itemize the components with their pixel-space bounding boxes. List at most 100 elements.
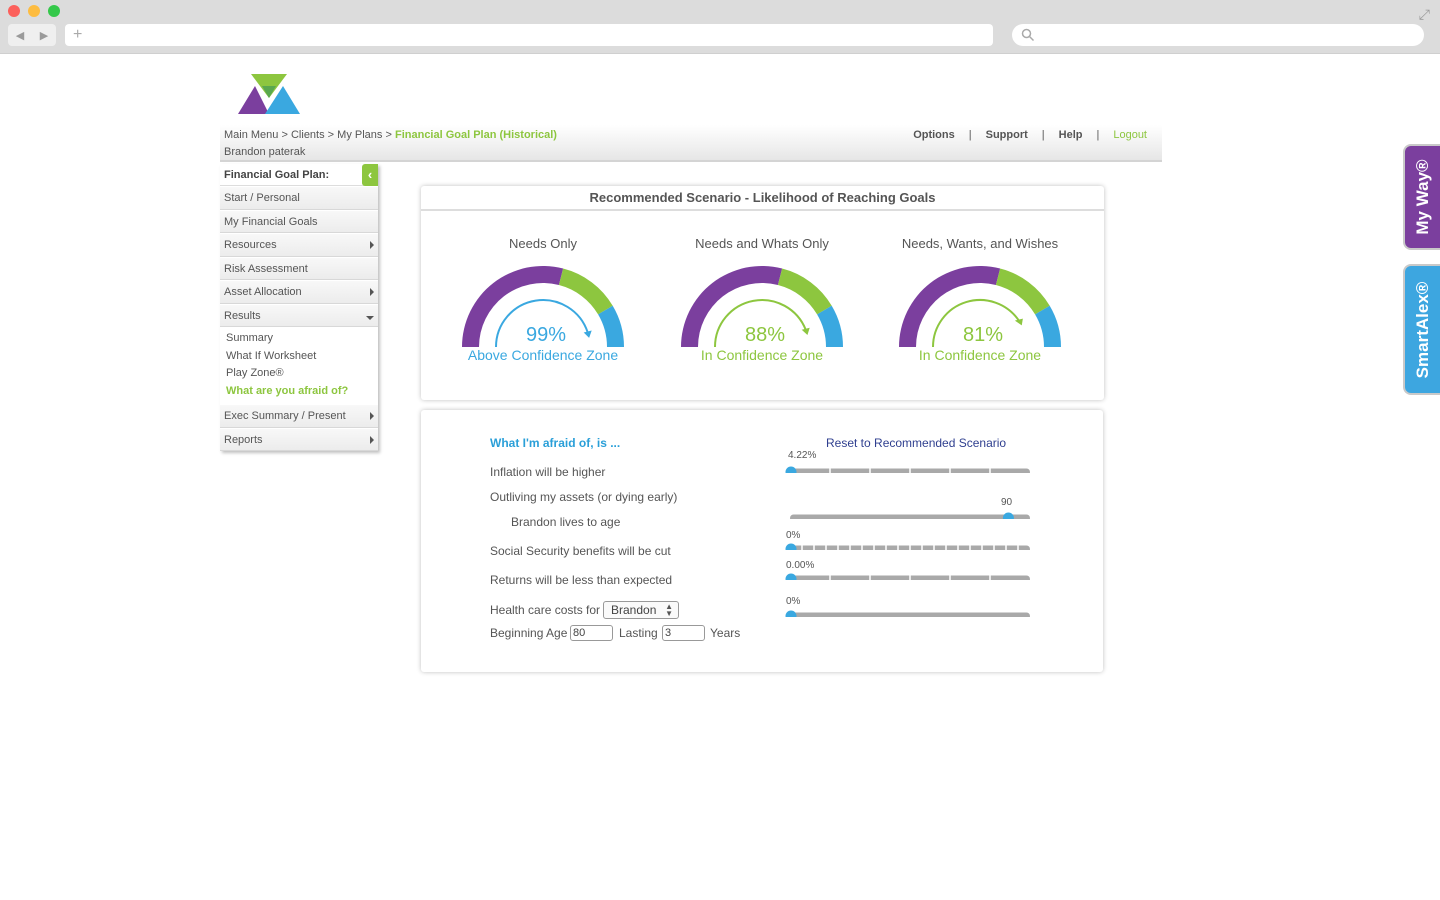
health-care-label: Health care costs for xyxy=(490,603,601,617)
health-value: 0% xyxy=(786,596,801,607)
sidebar-item-reports[interactable]: Reports xyxy=(220,427,378,451)
maximize-window-button[interactable] xyxy=(48,5,60,17)
submenu-summary[interactable]: Summary xyxy=(226,330,378,348)
slider-handle xyxy=(785,573,797,580)
results-submenu: Summary What If Worksheet Play Zone® Wha… xyxy=(220,327,378,404)
breadcrumb-sep: > xyxy=(327,129,335,141)
breadcrumb-my-plans[interactable]: My Plans xyxy=(337,129,382,141)
slider-track xyxy=(790,612,1030,617)
age-value: 90 xyxy=(1001,497,1013,508)
back-icon[interactable]: ◀ xyxy=(16,29,24,42)
top-nav-bar: Main Menu > Clients > My Plans > Financi… xyxy=(220,125,1162,162)
health-person-value: Brandon xyxy=(611,603,657,617)
sidebar-item-label: Asset Allocation xyxy=(224,286,302,298)
slider-handle xyxy=(1002,512,1014,519)
sidebar-item-exec-summary[interactable]: Exec Summary / Present xyxy=(220,404,378,428)
reset-scenario-link[interactable]: Reset to Recommended Scenario xyxy=(826,436,1006,450)
beginning-age-label: Beginning Age xyxy=(490,626,568,640)
lasting-label: Lasting xyxy=(619,626,658,640)
beginning-age-input[interactable] xyxy=(570,625,613,641)
sidebar-item-label: Risk Assessment xyxy=(224,262,308,275)
forward-icon[interactable]: ▶ xyxy=(40,29,48,42)
sidebar-item-resources[interactable]: Resources xyxy=(220,233,378,257)
gauge-dial: 99% xyxy=(462,266,624,348)
returns-value: 0.00% xyxy=(786,560,815,571)
minimize-window-button[interactable] xyxy=(28,5,40,17)
browser-search-field[interactable] xyxy=(1012,24,1424,46)
nav-buttons: ◀ ▶ xyxy=(8,24,56,46)
afraid-panel: What I'm afraid of, is ... Reset to Reco… xyxy=(421,410,1103,672)
browser-chrome: ◀ ▶ + ⤢ xyxy=(0,0,1440,54)
sidebar-item-results[interactable]: Results xyxy=(220,303,378,327)
returns-label: Returns will be less than expected xyxy=(490,573,673,587)
sidebar-item-label: Resources xyxy=(224,239,277,251)
breadcrumb-sep: > xyxy=(281,129,288,141)
returns-slider[interactable] xyxy=(785,572,1035,580)
gauge-needs-only: Needs Only 99% Above Confidence Zone xyxy=(453,236,633,363)
social-security-slider[interactable] xyxy=(785,542,1035,550)
breadcrumb-clients[interactable]: Clients xyxy=(291,129,325,141)
smartalex-tab[interactable]: SmartAlex® xyxy=(1403,264,1440,395)
inflation-slider[interactable] xyxy=(785,465,1035,473)
breadcrumb: Main Menu > Clients > My Plans > Financi… xyxy=(224,129,557,141)
health-slider[interactable] xyxy=(785,609,1035,617)
sidebar-item-financial-goals[interactable]: My Financial Goals xyxy=(220,209,378,233)
sidebar-item-asset-allocation[interactable]: Asset Allocation xyxy=(220,280,378,304)
gauge-title: Needs Only xyxy=(509,236,577,251)
close-window-button[interactable] xyxy=(8,5,20,17)
gauge-needs-wants-wishes: Needs, Wants, and Wishes 81% In Confiden… xyxy=(890,236,1070,363)
sidebar-title: Financial Goal Plan: ‹ xyxy=(220,164,378,186)
gauge-needs-and-whats: Needs and Whats Only 88% In Confidence Z… xyxy=(672,236,852,363)
search-icon xyxy=(1021,28,1035,42)
company-logo xyxy=(238,74,300,114)
help-link[interactable]: Help xyxy=(1052,129,1090,141)
gauge-percent: 81% xyxy=(963,324,1003,346)
sidebar-item-risk-assessment[interactable]: Risk Assessment xyxy=(220,256,378,280)
address-bar[interactable]: + xyxy=(65,24,993,46)
inflation-label: Inflation will be higher xyxy=(490,465,606,479)
health-person-select[interactable]: Brandon ▲ ▼ xyxy=(603,601,679,619)
submenu-what-are-you-afraid-of[interactable]: What are you afraid of? xyxy=(226,383,378,401)
inflation-value: 4.22% xyxy=(788,450,817,461)
gauge-arrow-tip xyxy=(1014,318,1023,326)
submenu-play-zone[interactable]: Play Zone® xyxy=(226,365,378,383)
fullscreen-icon[interactable]: ⤢ xyxy=(1419,6,1430,23)
scenario-title: Recommended Scenario - Likelihood of Rea… xyxy=(421,186,1104,211)
support-link[interactable]: Support xyxy=(979,129,1035,141)
gauge-zone-label: Above Confidence Zone xyxy=(467,347,619,363)
gauge-title: Needs and Whats Only xyxy=(695,236,829,251)
chevron-right-icon xyxy=(370,435,374,444)
collapse-sidebar-icon[interactable]: ‹ xyxy=(362,164,378,186)
link-separator: | xyxy=(1041,129,1045,141)
outliving-label: Outliving my assets (or dying early) xyxy=(490,490,678,504)
my-way-tab[interactable]: My Way® xyxy=(1403,144,1440,250)
social-security-label: Social Security benefits will be cut xyxy=(490,544,671,558)
lives-to-age-label: Brandon lives to age xyxy=(511,515,621,529)
sidebar-item-label: Exec Summary / Present xyxy=(224,410,346,422)
new-tab-icon[interactable]: + xyxy=(73,26,82,43)
options-link[interactable]: Options xyxy=(906,129,962,141)
gauge-zone-label: In Confidence Zone xyxy=(700,347,824,363)
top-links: Options | Support | Help | Logout xyxy=(906,129,1154,141)
submenu-what-if-worksheet[interactable]: What If Worksheet xyxy=(226,348,378,366)
lasting-years-input[interactable] xyxy=(662,625,705,641)
sidebar-item-label: Results xyxy=(224,309,261,322)
gauge-zone-label: In Confidence Zone xyxy=(918,347,1042,363)
smartalex-tab-label: SmartAlex® xyxy=(1412,281,1432,378)
sidebar-item-label: My Financial Goals xyxy=(224,215,318,228)
chevron-right-icon xyxy=(370,288,374,296)
client-name: Brandon paterak xyxy=(224,146,306,158)
slider-handle xyxy=(785,543,797,550)
sidebar-item-start-personal[interactable]: Start / Personal xyxy=(220,186,378,210)
afraid-title: What I'm afraid of, is ... xyxy=(490,436,621,450)
logout-link[interactable]: Logout xyxy=(1106,129,1154,141)
gauge-percent: 99% xyxy=(526,324,566,346)
gauge-dial: 88% xyxy=(681,266,843,348)
gauge-arrow-tip xyxy=(583,330,592,338)
age-slider[interactable] xyxy=(785,511,1035,519)
breadcrumb-main-menu[interactable]: Main Menu xyxy=(224,129,278,141)
sidebar-item-label: Reports xyxy=(224,433,263,446)
sidebar: Financial Goal Plan: ‹ Start / Personal … xyxy=(220,164,378,451)
gauge-arrow-tip xyxy=(801,327,810,336)
link-separator: | xyxy=(1096,129,1100,141)
